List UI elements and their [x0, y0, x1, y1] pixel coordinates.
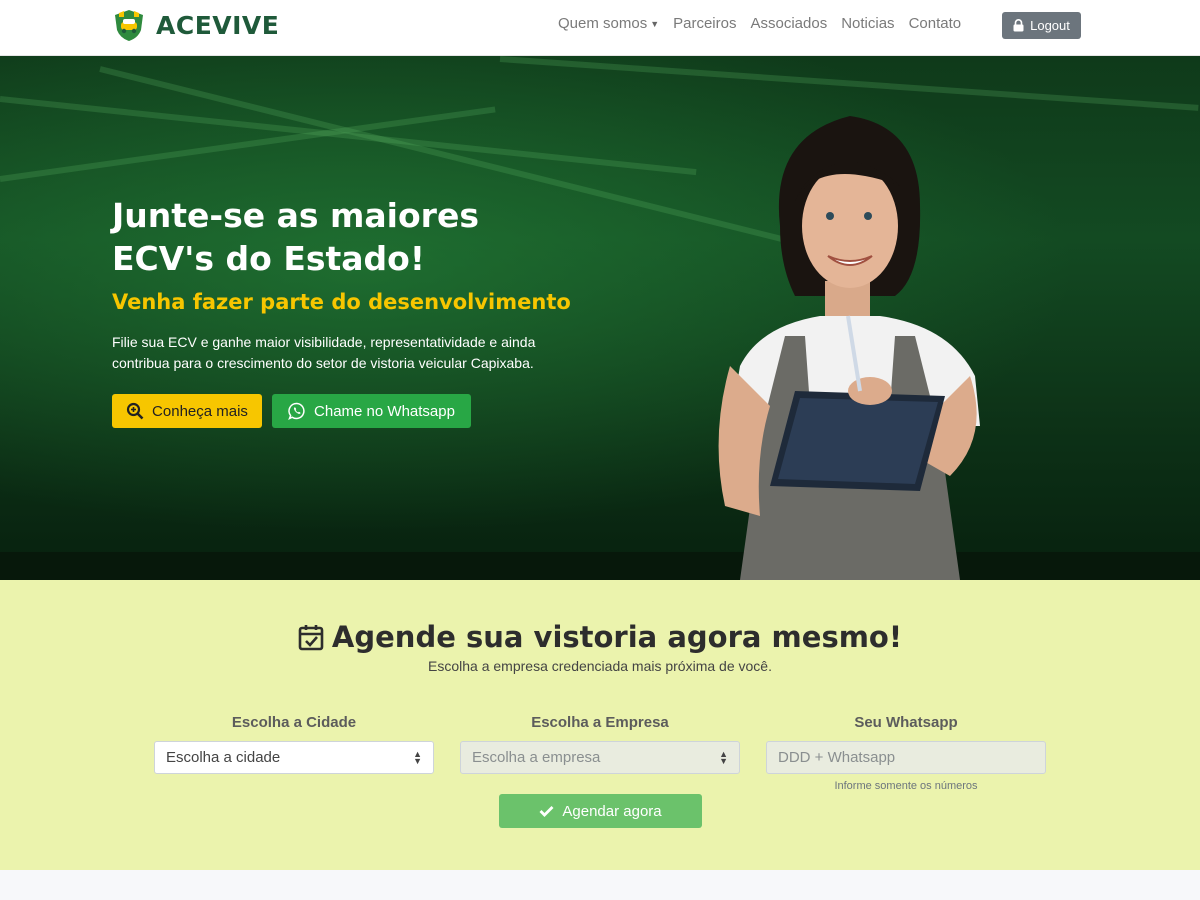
whatsapp-field-label: Seu Whatsapp	[854, 714, 958, 731]
know-more-button[interactable]: Conheça mais	[112, 394, 262, 428]
zoom-in-icon	[126, 402, 144, 420]
whatsapp-label: Chame no Whatsapp	[314, 402, 455, 420]
calendar-check-icon	[298, 625, 324, 651]
navbar: ACEVIVE Quem somos ▼ Parceiros Associado…	[0, 0, 1200, 56]
nav-item-noticias[interactable]: Noticias	[841, 15, 894, 32]
nav-item-label: Parceiros	[673, 15, 737, 32]
nav-item-quem-somos[interactable]: Quem somos ▼	[558, 15, 659, 32]
whatsapp-input[interactable]: DDD + Whatsapp	[766, 741, 1046, 774]
schedule-button[interactable]: Agendar agora	[499, 794, 702, 828]
booking-section: Agende sua vistoria agora mesmo! Escolha…	[0, 580, 1200, 870]
logout-button[interactable]: Logout	[1002, 12, 1081, 39]
company-select-value: Escolha a empresa	[472, 749, 601, 766]
caret-down-icon: ▼	[650, 18, 660, 29]
shield-car-icon	[115, 10, 143, 41]
select-arrows-icon: ▲ ▼	[413, 748, 422, 766]
whatsapp-button[interactable]: Chame no Whatsapp	[272, 394, 471, 428]
city-select-value: Escolha a cidade	[166, 749, 281, 766]
whatsapp-input-placeholder: DDD + Whatsapp	[778, 749, 896, 766]
city-label: Escolha a Cidade	[231, 714, 357, 731]
hero-subtitle: Venha fazer parte do desenvolvimento	[112, 290, 571, 314]
main-nav: Quem somos ▼ Parceiros Associados Notici…	[558, 15, 961, 32]
nav-item-associados[interactable]: Associados	[750, 15, 827, 32]
hero-person-image	[718, 116, 980, 580]
nav-item-label: Contato	[908, 15, 962, 32]
booking-heading: Agende sua vistoria agora mesmo!	[0, 620, 1200, 654]
nav-item-contato[interactable]: Contato	[909, 15, 962, 32]
hero-banner: Junte-se as maiores ECV's do Estado! Ven…	[0, 56, 1200, 580]
logout-label: Logout	[1030, 18, 1070, 33]
city-select[interactable]: Escolha a cidade ▲ ▼	[154, 741, 434, 774]
whatsapp-icon	[288, 402, 305, 420]
background-beam	[499, 56, 1199, 111]
booking-title: Agende sua vistoria agora mesmo!	[331, 620, 903, 654]
nav-item-label: Associados	[750, 15, 828, 32]
nav-item-label: Noticias	[841, 15, 895, 32]
company-select[interactable]: Escolha a empresa ▲ ▼	[460, 741, 740, 774]
select-arrows-icon: ▲ ▼	[719, 748, 728, 766]
nav-item-parceiros[interactable]: Parceiros	[673, 15, 736, 32]
brand-name: ACEVIVE	[156, 10, 280, 40]
nav-item-label: Quem somos	[558, 15, 648, 32]
whatsapp-hint: Informe somente os números	[834, 780, 978, 792]
footer-strip	[0, 870, 1200, 900]
check-icon	[539, 806, 554, 817]
lock-icon	[1013, 19, 1024, 32]
hero-title: Junte-se as maiores ECV's do Estado!	[112, 196, 479, 278]
schedule-label: Agendar agora	[562, 802, 662, 820]
hero-description: Filie sua ECV e ganhe maior visibilidade…	[112, 334, 536, 371]
company-label: Escolha a Empresa	[531, 714, 669, 731]
hero-bottom-strip	[0, 552, 1200, 580]
know-more-label: Conheça mais	[152, 402, 248, 420]
booking-subtitle: Escolha a empresa credenciada mais próxi…	[428, 658, 772, 674]
brand[interactable]: ACEVIVE	[112, 8, 279, 42]
